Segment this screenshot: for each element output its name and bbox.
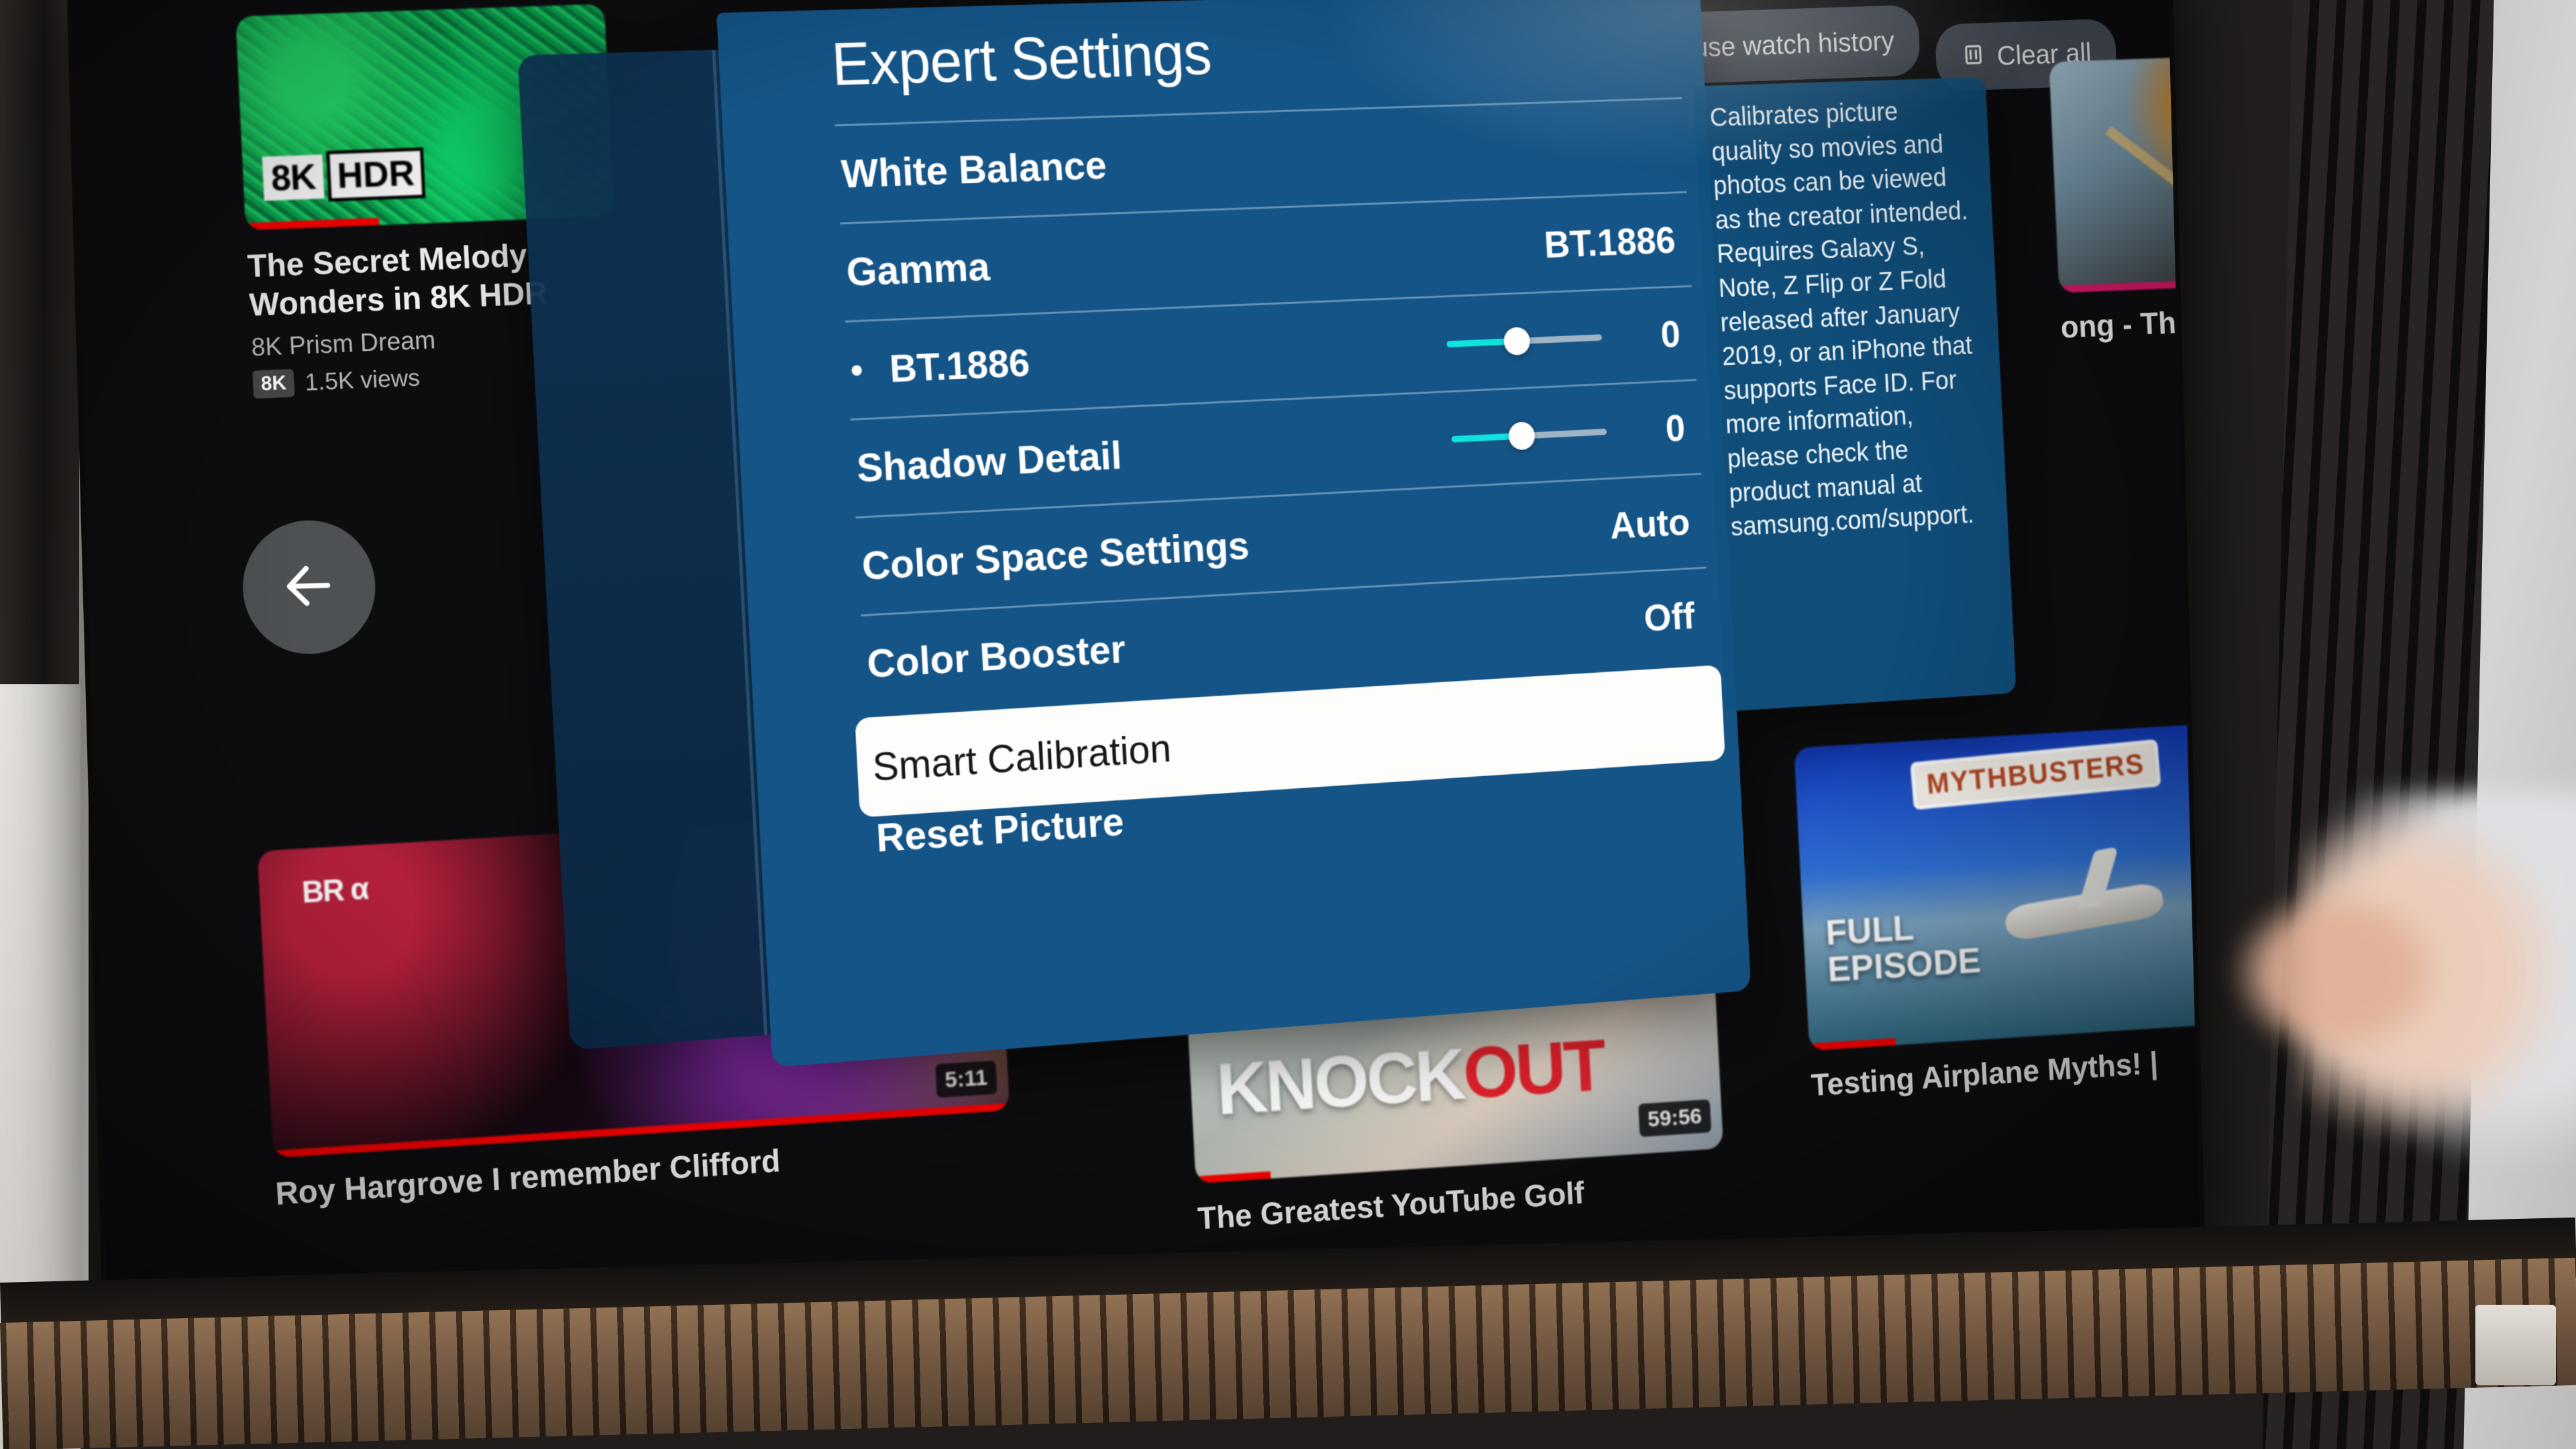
setting-label: Smart Calibration bbox=[871, 725, 1173, 790]
setting-label: BT.1886 bbox=[888, 340, 1031, 391]
channel-watermark: BR α bbox=[301, 871, 369, 910]
video-duration: 5:11 bbox=[934, 1060, 998, 1098]
bullet-icon bbox=[851, 364, 863, 376]
setting-value: Off bbox=[1643, 594, 1696, 640]
thumbnail-text-knock: KNOCK bbox=[1214, 1032, 1466, 1130]
setting-value: BT.1886 bbox=[1543, 218, 1677, 266]
arrow-left-icon bbox=[276, 553, 341, 622]
video-views: 1.5K views bbox=[304, 364, 421, 396]
settings-list: White Balance Gamma BT.1886 BT.1886 0 Sh… bbox=[835, 97, 1725, 860]
slider-thumb[interactable] bbox=[1507, 421, 1536, 451]
setting-control: 0 bbox=[1446, 312, 1681, 366]
thumbnail-text-out: OUT bbox=[1461, 1023, 1606, 1114]
hand-finger bbox=[2227, 885, 2449, 1060]
watch-progress-bar bbox=[1195, 1171, 1271, 1184]
video-duration: 59:56 bbox=[1638, 1099, 1712, 1137]
settings-description-text: Calibrates picture quality so movies and… bbox=[1709, 96, 1975, 542]
tv-screen: All Pause watch history bbox=[71, 0, 2200, 1328]
back-button[interactable] bbox=[241, 519, 378, 656]
slider-value: 0 bbox=[1664, 407, 1686, 450]
quality-badges: 8K HDR bbox=[262, 147, 426, 205]
setting-label: Color Booster bbox=[865, 627, 1127, 687]
slider-thumb[interactable] bbox=[1503, 326, 1531, 356]
setting-label: Color Space Settings bbox=[861, 523, 1250, 589]
shadow-detail-slider[interactable] bbox=[1451, 421, 1607, 451]
settings-panel: Expert Settings White Balance Gamma BT.1… bbox=[716, 0, 1752, 1068]
page-title: Expert Settings bbox=[830, 21, 1213, 99]
thumbnail-text: KNOCKOUT bbox=[1214, 1022, 1606, 1131]
setting-control: 0 bbox=[1450, 406, 1686, 461]
badge-8k: 8K bbox=[262, 154, 325, 201]
television: All Pause watch history bbox=[66, 0, 2206, 1334]
badge-hdr: HDR bbox=[326, 147, 426, 202]
watch-progress-bar bbox=[1809, 1038, 1896, 1051]
watch-progress-bar bbox=[245, 217, 379, 231]
setting-value: Auto bbox=[1609, 500, 1691, 547]
setting-label: Shadow Detail bbox=[855, 433, 1123, 491]
expert-settings-overlay: ? Expert Settings White Balance bbox=[517, 0, 2153, 1077]
slider-value: 0 bbox=[1659, 313, 1682, 356]
setting-label: Gamma bbox=[845, 244, 991, 295]
thumbnail-art bbox=[2105, 125, 2200, 257]
floor-object bbox=[2475, 1305, 2556, 1385]
settings-description-panel: Calibrates picture quality so movies and… bbox=[1693, 76, 2017, 712]
quality-badge-8k: 8K bbox=[252, 368, 295, 399]
setting-label: White Balance bbox=[840, 142, 1108, 197]
bt1886-slider[interactable] bbox=[1446, 326, 1603, 356]
